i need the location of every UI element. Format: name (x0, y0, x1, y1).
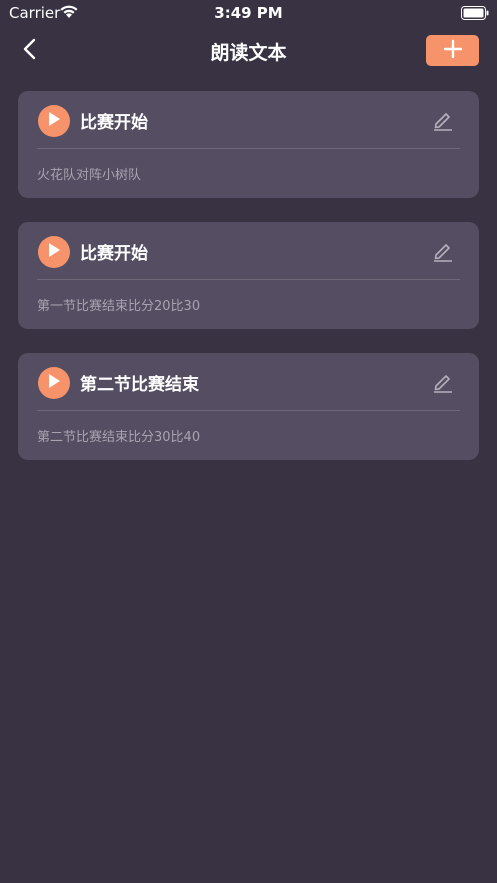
text-card[interactable]: 比赛开始 火花队对阵小树队 (18, 91, 479, 198)
pencil-icon (432, 371, 454, 397)
divider (37, 148, 460, 149)
play-icon (47, 373, 61, 393)
battery-icon (461, 5, 489, 24)
edit-button[interactable] (430, 371, 456, 397)
pencil-icon (432, 240, 454, 266)
add-button[interactable] (426, 35, 479, 66)
text-card[interactable]: 第二节比赛结束 第二节比赛结束比分30比40 (18, 353, 479, 460)
text-card[interactable]: 比赛开始 第一节比赛结束比分20比30 (18, 222, 479, 329)
divider (37, 410, 460, 411)
play-icon (47, 242, 61, 262)
play-button[interactable] (38, 367, 70, 399)
card-text: 第一节比赛结束比分20比30 (37, 299, 201, 314)
card-header: 第二节比赛结束 (18, 353, 479, 411)
card-header: 比赛开始 (18, 91, 479, 149)
play-button[interactable] (38, 236, 70, 268)
card-title: 第二节比赛结束 (80, 375, 199, 395)
divider (37, 279, 460, 280)
card-header: 比赛开始 (18, 222, 479, 280)
nav-bar: 朗读文本 (0, 26, 497, 78)
status-bar: Carrier 3:49 PM (0, 0, 497, 26)
page-title: 朗读文本 (210, 42, 287, 64)
card-title: 比赛开始 (80, 244, 148, 264)
pencil-icon (432, 109, 454, 135)
edit-button[interactable] (430, 240, 456, 266)
plus-icon (443, 39, 463, 63)
card-text: 火花队对阵小树队 (37, 168, 142, 183)
edit-button[interactable] (430, 109, 456, 135)
status-time: 3:49 PM (214, 4, 283, 22)
card-text: 第二节比赛结束比分30比40 (37, 430, 201, 445)
play-icon (47, 111, 61, 131)
card-title: 比赛开始 (80, 113, 148, 133)
play-button[interactable] (38, 105, 70, 137)
